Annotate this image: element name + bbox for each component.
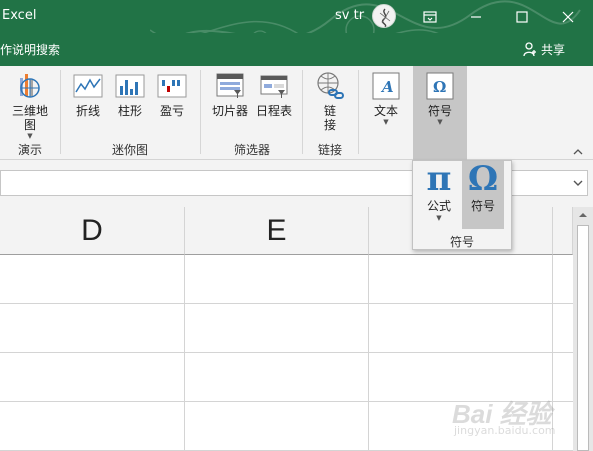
chevron-down-icon: ▼ [383, 118, 389, 126]
sparkline-column-icon [115, 74, 145, 98]
close-button[interactable] [545, 0, 591, 33]
collapse-ribbon-icon[interactable] [570, 146, 586, 158]
table-row[interactable] [0, 353, 573, 402]
sparkline-winloss-button[interactable]: 盈亏 [152, 70, 192, 118]
slicer-icon [216, 73, 244, 98]
equation-button[interactable]: π 公式 ▼ [417, 161, 461, 229]
scroll-up-icon[interactable] [577, 209, 589, 221]
avatar[interactable] [372, 4, 396, 28]
excel-window: { "window": { "app_name": "Excel", "user… [0, 0, 593, 451]
app-title: Excel [2, 8, 37, 23]
group-label-sparklines: 迷你图 [111, 143, 148, 157]
sparkline-winloss-icon [157, 74, 187, 98]
table-row[interactable] [0, 402, 573, 451]
chevron-down-icon[interactable] [572, 175, 584, 191]
timeline-label: 日程表 [255, 104, 292, 118]
text-label: 文本 [373, 104, 398, 118]
pi-icon: π [426, 159, 452, 199]
maximize-button[interactable] [499, 0, 545, 33]
group-divider [302, 70, 303, 154]
symbols-button[interactable]: Ω 符号 ▼ [413, 66, 467, 160]
group-divider [60, 70, 61, 154]
close-icon [562, 11, 574, 22]
slicer-label: 切片器 [211, 104, 248, 118]
link-label-2: 接 [323, 118, 336, 132]
symbol-button[interactable]: Ω 符号 [462, 161, 504, 229]
omega-icon: Ω [426, 72, 454, 100]
chevron-down-icon: ▼ [436, 214, 442, 222]
table-row[interactable] [0, 304, 573, 353]
tell-me-bar: 作说明搜索 共享 [0, 33, 593, 66]
hyperlink-icon [317, 72, 344, 99]
timeline-icon [260, 75, 288, 98]
3d-map-label: 三维地 [11, 104, 48, 118]
3d-map-button[interactable]: 三维地 图 ▼ [8, 70, 52, 140]
svg-text:Ω: Ω [433, 78, 446, 96]
sparkline-column-button[interactable]: 柱形 [110, 70, 150, 118]
chevron-down-icon: ▼ [27, 132, 33, 140]
3d-map-icon [20, 74, 40, 98]
scroll-thumb[interactable] [577, 225, 589, 451]
column-header-g[interactable] [553, 207, 573, 255]
vertical-scrollbar[interactable] [573, 207, 593, 451]
text-icon: A [372, 72, 400, 100]
minimize-icon [471, 15, 481, 18]
symbol-label: 符号 [470, 199, 495, 213]
group-label-links: 链接 [317, 143, 342, 157]
column-header-d[interactable]: D [0, 207, 185, 255]
tell-me-search[interactable]: 作说明搜索 [0, 41, 60, 58]
symbols-label: 符号 [427, 104, 452, 118]
table-row[interactable] [0, 255, 573, 304]
share-button[interactable]: 共享 [522, 39, 565, 59]
group-divider [358, 70, 359, 154]
person-icon [523, 42, 536, 57]
minimize-button[interactable] [453, 0, 499, 33]
text-button[interactable]: A 文本 ▼ [366, 70, 406, 126]
ribbon-display-icon [423, 10, 437, 23]
3d-map-label-2: 图 [23, 118, 36, 132]
group-label-symbols: 符号 [449, 235, 474, 249]
group-label-tours: 演示 [17, 143, 42, 157]
title-bar: Excel sv tr [0, 0, 593, 52]
sparkline-line-icon [73, 74, 103, 98]
maximize-icon [516, 10, 528, 23]
svg-text:A: A [380, 78, 394, 96]
ribbon-display-options-button[interactable] [407, 0, 453, 33]
group-label-filters: 筛选器 [233, 143, 270, 157]
ribbon: 三维地 图 ▼ 演示 折线 柱形 盈亏 迷你图 切片器 日程表 筛选器 链 接 … [0, 66, 593, 160]
share-label: 共享 [541, 42, 566, 57]
group-divider [200, 70, 201, 154]
omega-icon: Ω [467, 159, 499, 199]
user-name[interactable]: sv tr [335, 8, 364, 23]
sparkline-winloss-label: 盈亏 [159, 104, 184, 118]
timeline-button[interactable]: 日程表 [252, 70, 296, 118]
slicer-button[interactable]: 切片器 [208, 70, 252, 118]
sparkline-column-label: 柱形 [117, 104, 142, 118]
link-label: 链 [323, 104, 336, 118]
symbols-dropdown: π 公式 ▼ Ω 符号 符号 [412, 160, 512, 250]
chevron-down-icon: ▼ [437, 118, 443, 126]
equation-label: 公式 [426, 199, 451, 213]
sparkline-line-label: 折线 [75, 104, 100, 118]
link-button[interactable]: 链 接 [310, 70, 350, 132]
sparkline-line-button[interactable]: 折线 [68, 70, 108, 118]
column-header-e[interactable]: E [185, 207, 369, 255]
